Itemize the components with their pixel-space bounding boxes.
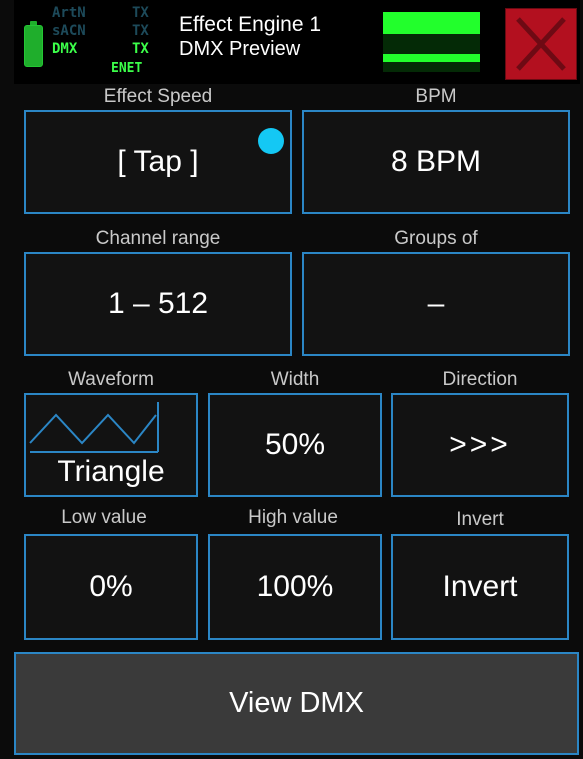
channel-range-label: Channel range [95,228,221,249]
page-subtitle: DMX Preview [179,38,301,60]
width-label: Width [270,369,320,390]
channel-range-field[interactable]: 1 – 512 [24,252,292,356]
status-header: ArtN sACN DMX TX TX TX ENET Effect Engin… [14,0,580,84]
low-value-field[interactable]: 0% [24,534,198,640]
triangle-wave-icon [29,402,159,453]
direction-button[interactable]: >>> [391,393,569,497]
bpm-value: 8 BPM [390,145,482,178]
high-value-label: High value [248,507,338,528]
dmx-tx-indicator: TX [132,41,149,57]
invert-value: Invert [442,570,518,603]
high-value: 100% [256,570,334,603]
groups-of-field[interactable]: – [302,252,570,356]
tap-indicator-dot [258,128,284,154]
battery-icon [24,21,43,67]
dmx-level-meter [383,12,480,72]
close-x-icon [516,17,566,71]
groups-of-value: – [427,287,445,320]
page-title: Effect Engine 1 [179,13,322,36]
sacn-tx-indicator: TX [132,23,149,39]
bpm-label: BPM [415,86,457,107]
width-field[interactable]: 50% [208,393,382,497]
direction-value: >>> [449,428,511,461]
groups-of-label: Groups of [394,228,478,249]
bpm-field[interactable]: 8 BPM [302,110,570,214]
ethernet-status: ENET [111,61,143,76]
view-dmx-button[interactable]: View DMX [14,652,579,755]
direction-label: Direction [442,369,518,390]
low-value-label: Low value [61,507,147,528]
tap-button-label: [ Tap ] [117,145,199,178]
level-bar-top [383,12,480,34]
dmx-status: DMX [52,41,78,57]
waveform-value: Triangle [57,455,165,488]
sacn-status: sACN [52,23,86,39]
invert-button[interactable]: Invert [391,534,569,640]
close-button[interactable] [505,8,577,80]
app-frame: ArtN sACN DMX TX TX TX ENET Effect Engin… [0,0,583,759]
view-dmx-label: View DMX [229,687,364,719]
artnet-tx-indicator: TX [132,5,149,21]
tap-button[interactable]: [ Tap ] [24,110,292,214]
high-value-field[interactable]: 100% [208,534,382,640]
channel-range-value: 1 – 512 [107,287,209,320]
width-value: 50% [264,428,326,461]
artnet-status: ArtN [52,5,86,21]
waveform-selector[interactable]: Triangle [24,393,198,497]
invert-label: Invert [456,509,504,530]
level-bar-bottom [383,54,480,62]
effect-speed-label: Effect Speed [103,86,213,107]
low-value: 0% [89,570,133,603]
waveform-label: Waveform [68,369,154,390]
